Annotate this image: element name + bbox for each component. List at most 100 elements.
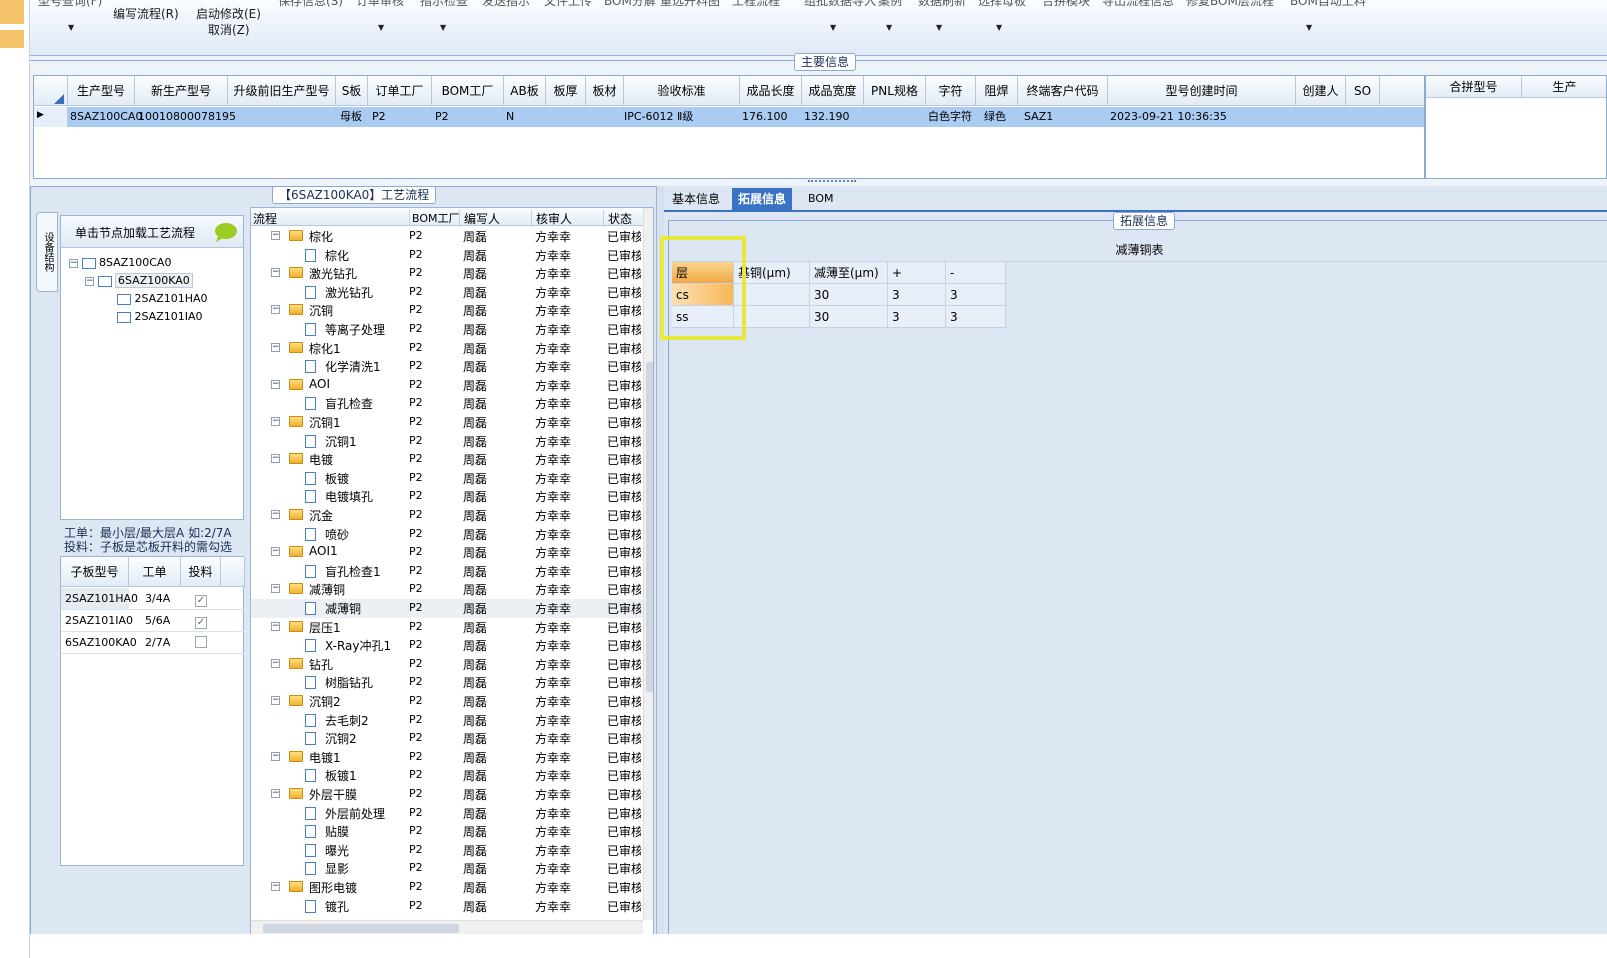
flow-row[interactable]: − 沉铜 P2 周磊 方幸幸 已审核 — [251, 301, 643, 320]
flow-row[interactable]: − AOI1 P2 周磊 方幸幸 已审核 — [251, 543, 643, 562]
col-header[interactable]: 生产型号 — [68, 76, 135, 106]
table-row[interactable]: 6SAZ100KA0 2/7A — [61, 632, 245, 654]
collapse-icon[interactable]: − — [271, 547, 280, 557]
col-header[interactable]: SO — [1346, 76, 1380, 106]
toolbar-item-partial[interactable]: 订单审核 — [356, 0, 404, 9]
col-header[interactable]: 减薄至(μm) — [810, 262, 888, 284]
toolbar-item-partial[interactable]: 工程流程 — [732, 0, 780, 9]
enable-modify-button[interactable]: 启动修改(E) — [196, 5, 261, 22]
flow-row[interactable]: 沉铜2 P2 周磊 方幸幸 已审核 — [251, 729, 643, 748]
flow-row[interactable]: − 棕化1 P2 周磊 方幸幸 已审核 — [251, 339, 643, 358]
col-header[interactable]: 终端客户代码 — [1018, 76, 1108, 106]
col-header[interactable]: BOM工厂 — [409, 210, 460, 226]
flow-row[interactable]: 棕化 P2 周磊 方幸幸 已审核 — [251, 246, 643, 265]
flow-row[interactable]: − 激光钻孔 P2 周磊 方幸幸 已审核 — [251, 264, 643, 283]
flow-row[interactable]: 曝光 P2 周磊 方幸幸 已审核 — [251, 841, 643, 860]
toolbar-item-partial[interactable]: 发送指示 — [482, 0, 530, 9]
vscroll-thumb[interactable] — [646, 362, 653, 692]
left-strip-item-1[interactable] — [0, 0, 24, 24]
flow-row[interactable]: 减薄铜 P2 周磊 方幸幸 已审核 — [251, 599, 643, 618]
cell-minus[interactable]: 3 — [946, 284, 1006, 306]
tab-ext-info[interactable]: 拓展信息 — [732, 188, 793, 210]
toolbar-item-partial[interactable]: 组批数据导入 — [804, 0, 876, 9]
toolbar-item-partial[interactable]: 保存信息(S) — [278, 0, 343, 9]
tree-node[interactable]: − 6SAZ100KA0 — [85, 273, 193, 288]
collapse-icon[interactable]: − — [271, 882, 280, 891]
col-header[interactable]: 板厚 — [546, 76, 586, 106]
collapse-icon[interactable]: − — [271, 510, 280, 519]
flow-row[interactable]: 显影 P2 周磊 方幸幸 已审核 — [251, 859, 643, 878]
dropdown-arrow-icon[interactable]: ▼ — [1306, 23, 1312, 32]
edit-flow-button[interactable]: 编写流程(R) — [113, 5, 179, 22]
flow-hscroll[interactable] — [251, 920, 643, 934]
col-header[interactable]: 投料 — [181, 557, 221, 587]
dropdown-arrow-icon[interactable]: ▼ — [68, 23, 74, 32]
tab-basic-info[interactable]: 基本信息 — [666, 188, 726, 210]
table-row[interactable]: 2SAZ101HA0 3/4A ✓ — [61, 588, 245, 610]
toolbar-item-partial[interactable]: 数据刷新 — [918, 0, 966, 9]
flow-grid[interactable]: 流程 BOM工厂 编写人 核审人 状态 − 棕化 P2 周磊 方幸幸 已审核 棕化 P2 周磊方… — [250, 207, 654, 935]
toolbar-item-partial[interactable]: 重选开料图 — [660, 0, 720, 9]
col-header[interactable]: - — [946, 262, 1006, 284]
main-info-grid[interactable]: 生产型号 新生产型号 升级前旧生产型号 S板 订单工厂 BOM工厂 AB板 板厚… — [33, 75, 1425, 179]
dropdown-arrow-icon[interactable]: ▼ — [440, 23, 446, 32]
merge-grid[interactable]: 合拼型号 生产 — [1425, 75, 1607, 179]
flow-row[interactable]: − 沉铜2 P2 周磊 方幸幸 已审核 — [251, 692, 643, 711]
flow-row[interactable]: 化学清洗1 P2 周磊 方幸幸 已审核 — [251, 357, 643, 376]
side-tab-structure[interactable]: 设备结构 — [36, 212, 58, 292]
table-row[interactable]: 2SAZ101IA0 5/6A ✓ — [61, 610, 245, 632]
col-header[interactable]: 成品长度 — [740, 76, 802, 106]
col-header[interactable]: 子板型号 — [61, 557, 129, 587]
col-header[interactable]: 流程 — [253, 210, 277, 227]
flow-vscroll[interactable] — [643, 208, 653, 920]
flow-row[interactable]: − 钻孔 P2 周磊 方幸幸 已审核 — [251, 655, 643, 674]
collapse-icon[interactable]: − — [271, 268, 280, 278]
collapse-icon[interactable]: − — [271, 379, 280, 389]
toolbar-item-partial[interactable]: 修复BOM层流程 — [1186, 0, 1274, 9]
flow-row[interactable]: 激光钻孔 P2 周磊 方幸幸 已审核 — [251, 283, 643, 302]
dropdown-arrow-icon[interactable]: ▼ — [378, 23, 384, 32]
splitter-grip[interactable] — [808, 180, 856, 185]
col-header[interactable]: 升级前旧生产型号 — [228, 76, 336, 106]
flow-row[interactable]: − 棕化 P2 周磊 方幸幸 已审核 — [251, 227, 643, 246]
col-header[interactable]: 状态 — [603, 210, 632, 227]
toolbar-item-partial[interactable]: 选择母板 — [978, 0, 1026, 9]
collapse-icon[interactable]: − — [271, 621, 280, 631]
toolbar-item-partial[interactable]: 案例 — [878, 0, 902, 9]
tree-node[interactable]: 2SAZ101IA0 — [117, 310, 203, 323]
flow-row[interactable]: − 外层干膜 P2 周磊 方幸幸 已审核 — [251, 785, 643, 804]
flow-row[interactable]: 外层前处理 P2 周磊 方幸幸 已审核 — [251, 804, 643, 823]
col-header[interactable]: 订单工厂 — [368, 76, 432, 106]
collapse-icon[interactable]: − — [271, 789, 280, 798]
sub-board-grid[interactable]: 子板型号 工单 投料 2SAZ101HA0 3/4A ✓ 2SAZ101IA0 … — [60, 556, 245, 866]
collapse-icon[interactable]: − — [271, 454, 280, 464]
col-header[interactable]: BOM工厂 — [432, 76, 504, 106]
toolbar-item-partial[interactable]: 指示检查 — [420, 0, 468, 9]
flow-row[interactable]: − 减薄铜 P2 周磊 方幸幸 已审核 — [251, 580, 643, 599]
flow-row[interactable]: 树脂钻孔 P2 周磊 方幸幸 已审核 — [251, 673, 643, 692]
col-header[interactable]: 字符 — [926, 76, 976, 106]
col-header[interactable]: 工单 — [129, 557, 181, 587]
toolbar-item-partial[interactable]: 文件上传 — [544, 0, 592, 9]
flow-row[interactable]: − 电镀1 P2 周磊 方幸幸 已审核 — [251, 748, 643, 767]
flow-row[interactable]: 喷砂 P2 周磊 方幸幸 已审核 — [251, 525, 643, 544]
flow-row[interactable]: 电镀填孔 P2 周磊 方幸幸 已审核 — [251, 487, 643, 506]
col-header[interactable]: 板材 — [586, 76, 624, 106]
toolbar-item-partial[interactable]: BOM分解 — [604, 0, 656, 9]
feed-checkbox[interactable] — [195, 636, 207, 651]
cell-plus[interactable]: 3 — [888, 306, 946, 328]
feed-checkbox[interactable]: ✓ — [195, 592, 207, 607]
flow-row[interactable]: 盲孔检查1 P2 周磊 方幸幸 已审核 — [251, 562, 643, 581]
tree-node[interactable]: − 8SAZ100CA0 — [69, 256, 171, 269]
col-header[interactable]: 合拼型号 — [1426, 76, 1522, 98]
flow-row[interactable]: − 沉金 P2 周磊 方幸幸 已审核 — [251, 506, 643, 525]
cancel-button[interactable]: 取消(Z) — [208, 21, 250, 38]
flow-row[interactable]: 去毛刺2 P2 周磊 方幸幸 已审核 — [251, 711, 643, 730]
col-header[interactable]: 核审人 — [531, 210, 572, 227]
row-selector[interactable]: ▶ — [34, 107, 68, 127]
dropdown-arrow-icon[interactable]: ▼ — [886, 23, 892, 32]
flow-row[interactable]: 等离子处理 P2 周磊 方幸幸 已审核 — [251, 320, 643, 339]
flow-row[interactable]: − 层压1 P2 周磊 方幸幸 已审核 — [251, 618, 643, 637]
collapse-icon[interactable]: − — [271, 305, 280, 315]
feed-checkbox[interactable]: ✓ — [195, 614, 207, 629]
